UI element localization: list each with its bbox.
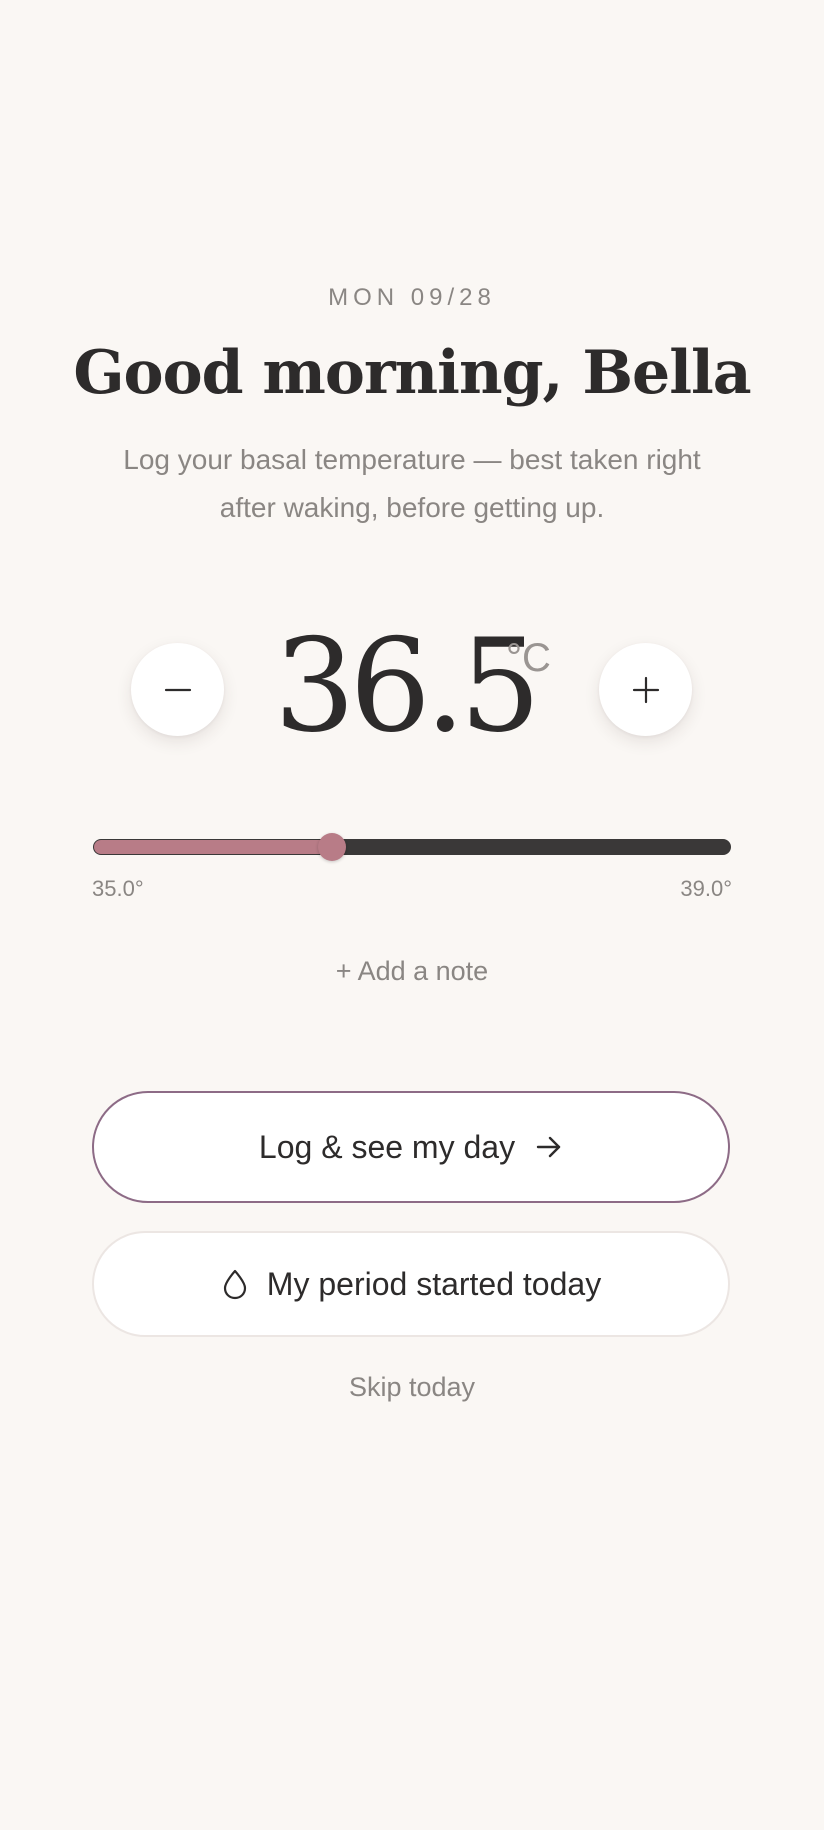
temperature-value: 36.5 (274, 612, 541, 761)
minus-icon (164, 688, 191, 691)
date-label: MON 09/28 (328, 284, 496, 311)
temperature-slider[interactable] (93, 832, 731, 862)
skip-today-link[interactable]: Skip today (0, 1372, 824, 1403)
drop-icon (221, 1268, 249, 1300)
bbt-log-screen: MON 09/28 Good morning, Bella Log your b… (0, 0, 824, 1830)
log-and-see-day-button[interactable]: Log & see my day (92, 1091, 730, 1203)
instruction-text: Log your basal temperature — best taken … (123, 444, 701, 523)
log-button-label: Log & see my day (258, 1128, 516, 1165)
slider-max-label: 39.0° (680, 876, 732, 901)
decrement-button[interactable] (131, 643, 224, 736)
temperature-unit: °C (506, 636, 551, 680)
temperature-display: 36.5 °C (250, 612, 574, 762)
plus-icon (632, 676, 659, 703)
period-button-label: My period started today (266, 1265, 602, 1302)
period-started-button[interactable]: My period started today (92, 1231, 730, 1337)
arrow-right-icon (535, 1133, 563, 1161)
slider-thumb[interactable] (318, 833, 346, 861)
slider-fill (94, 840, 332, 854)
slider-min-label: 35.0° (92, 876, 144, 901)
add-note-link[interactable]: + Add a note (0, 956, 824, 987)
greeting-title: Good morning, Bella (73, 338, 751, 408)
increment-button[interactable] (599, 643, 692, 736)
